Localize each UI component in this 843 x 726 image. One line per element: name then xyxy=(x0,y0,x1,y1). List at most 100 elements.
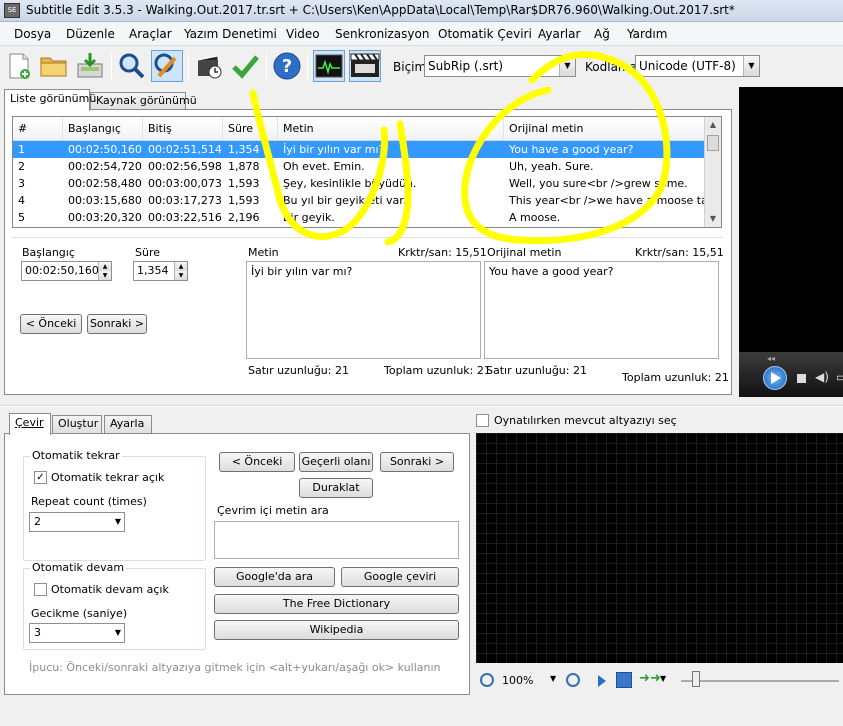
column-header-end[interactable]: Bitiş xyxy=(143,117,223,141)
table-row[interactable]: 4 00:03:15,680 00:03:17,273 1,593 Bu yıl… xyxy=(13,192,705,209)
spin-down-icon[interactable]: ▼ xyxy=(174,271,187,280)
grid-scrollbar[interactable]: ▲ ▼ xyxy=(704,117,721,227)
delay-select[interactable]: 3 ▼ xyxy=(29,623,125,643)
volume-icon[interactable]: ◀) xyxy=(815,370,829,384)
stop-icon[interactable] xyxy=(797,374,806,383)
subtitle-grid[interactable]: # Başlangıç Bitiş Süre Metin Orijinal me… xyxy=(12,116,722,228)
auto-repeat-checkbox[interactable]: ✓ xyxy=(34,471,47,484)
tab-create[interactable]: Oluştur xyxy=(52,415,102,433)
menu-ag[interactable]: Ağ xyxy=(594,27,610,41)
menu-video[interactable]: Video xyxy=(286,27,320,41)
menu-yazim-denetimi[interactable]: Yazım Denetimi xyxy=(184,27,277,41)
menu-araclar[interactable]: Araçlar xyxy=(129,27,172,41)
waveform-view[interactable] xyxy=(476,433,843,663)
fullscreen-icon[interactable]: ▭ xyxy=(836,370,843,384)
visual-sync-icon[interactable] xyxy=(194,50,226,82)
play-triangle-icon xyxy=(771,372,781,384)
spin-down-icon[interactable]: ▼ xyxy=(98,271,111,280)
scroll-up-icon[interactable]: ▲ xyxy=(705,117,721,133)
tab-translate[interactable]: Çevir xyxy=(9,413,51,435)
help-icon[interactable]: ? xyxy=(271,50,303,82)
zoom-in-icon[interactable] xyxy=(566,673,580,687)
original-text-input[interactable]: You have a good year? xyxy=(484,261,719,359)
new-file-icon[interactable] xyxy=(3,50,35,82)
video-player[interactable] xyxy=(739,87,843,352)
chevron-down-icon: ▼ xyxy=(114,628,121,637)
tab-list-view[interactable]: Liste görünümü xyxy=(4,89,96,111)
auto-continue-group: Otomatik devam Otomatik devam açık Gecik… xyxy=(23,561,206,650)
online-search-group: Çevrim içi metin ara Google'da ara Googl… xyxy=(210,504,464,652)
cell-duration: 2,196 xyxy=(228,211,260,224)
zoom-out-icon[interactable] xyxy=(480,673,494,687)
save-icon[interactable] xyxy=(74,50,106,82)
zoom-dropdown-icon[interactable]: ▼ xyxy=(550,674,556,683)
scroll-down-icon[interactable]: ▼ xyxy=(705,211,721,227)
subtitle-text-input[interactable]: İyi bir yılın var mı? xyxy=(246,261,481,359)
original-total-length: Toplam uzunluk: 21 xyxy=(622,371,729,384)
cell-original-text: This year<br />we have a moose tag. xyxy=(509,194,705,207)
translate-current-button[interactable]: Geçerli olanı xyxy=(299,452,373,472)
table-row[interactable]: 5 00:03:20,320 00:03:22,516 2,196 Bir ge… xyxy=(13,209,705,226)
menu-senkronizasyon[interactable]: Senkronizasyon xyxy=(335,27,429,41)
play-selection-icon[interactable] xyxy=(598,675,606,687)
position-slider-track[interactable] xyxy=(681,680,839,682)
replace-icon[interactable] xyxy=(151,50,183,82)
zoom-value[interactable]: 100% xyxy=(502,674,533,687)
previous-button[interactable]: < Önceki xyxy=(20,314,82,334)
google-search-button[interactable]: Google'da ara xyxy=(214,567,335,587)
menu-duzenle[interactable]: Düzenle xyxy=(66,27,115,41)
auto-repeat-check-label: Otomatik tekrar açık xyxy=(51,471,165,484)
online-search-title: Çevrim içi metin ara xyxy=(217,504,329,517)
column-header-text[interactable]: Metin xyxy=(278,117,504,141)
spin-up-icon[interactable]: ▲ xyxy=(174,262,187,271)
menu-otomatik-ceviri[interactable]: Otomatik Çeviri xyxy=(438,27,532,41)
free-dictionary-button[interactable]: The Free Dictionary xyxy=(214,594,459,614)
auto-continue-checkbox[interactable] xyxy=(34,583,47,596)
column-header-number[interactable]: # xyxy=(13,117,63,141)
video-toggle-icon[interactable] xyxy=(349,50,381,82)
forward-icon[interactable]: ➜➜ xyxy=(639,671,661,686)
spell-check-icon[interactable] xyxy=(229,50,261,82)
duration-label: Süre xyxy=(135,246,161,259)
grid-view-icon[interactable] xyxy=(616,672,632,688)
pause-button[interactable]: Duraklat xyxy=(299,478,373,498)
column-header-duration[interactable]: Süre xyxy=(223,117,278,141)
cell-start: 00:02:58,480 xyxy=(68,177,142,190)
encoding-select[interactable]: Unicode (UTF-8) ▼ xyxy=(635,55,760,77)
find-icon[interactable] xyxy=(116,50,148,82)
position-slider-thumb[interactable] xyxy=(692,671,700,687)
tab-source-view[interactable]: Kaynak görünümü xyxy=(90,92,197,110)
open-folder-icon[interactable] xyxy=(38,50,70,82)
video-controls: ◂◂ ◀) ▭ xyxy=(739,352,843,397)
start-time-input[interactable]: 00:02:50,160 ▲ ▼ xyxy=(21,261,112,281)
cell-text: Bir geyik. xyxy=(283,211,335,224)
table-row[interactable]: 2 00:02:54,720 00:02:56,598 1,878 Oh eve… xyxy=(13,158,705,175)
volume-level-icon: ◂◂ xyxy=(767,354,776,363)
cell-end: 00:03:17,273 xyxy=(148,194,222,207)
format-label: Biçim xyxy=(393,60,427,74)
google-translate-button[interactable]: Google çeviri xyxy=(341,567,459,587)
forward-dropdown-icon[interactable]: ▼ xyxy=(660,674,666,683)
menu-ayarlar[interactable]: Ayarlar xyxy=(538,27,580,41)
start-label: Başlangıç xyxy=(22,246,75,259)
next-button[interactable]: Sonraki > xyxy=(87,314,147,334)
scroll-thumb[interactable] xyxy=(707,135,719,151)
select-current-checkbox[interactable] xyxy=(476,414,489,427)
menu-dosya[interactable]: Dosya xyxy=(14,27,51,41)
translate-next-button[interactable]: Sonraki > xyxy=(380,452,454,472)
duration-input[interactable]: 1,354 ▲ ▼ xyxy=(133,261,188,281)
splitter[interactable] xyxy=(0,405,843,407)
online-search-input[interactable] xyxy=(214,521,459,559)
spin-up-icon[interactable]: ▲ xyxy=(98,262,111,271)
translate-previous-button[interactable]: < Önceki xyxy=(219,452,295,472)
column-header-original-text[interactable]: Orijinal metin xyxy=(504,117,705,141)
format-select[interactable]: SubRip (.srt) ▼ xyxy=(424,55,576,77)
table-row[interactable]: 3 00:02:58,480 00:03:00,073 1,593 Şey, k… xyxy=(13,175,705,192)
table-row[interactable]: 1 00:02:50,160 00:02:51,514 1,354 İyi bi… xyxy=(13,141,705,158)
waveform-toggle-icon[interactable] xyxy=(313,50,345,82)
column-header-start[interactable]: Başlangıç xyxy=(63,117,143,141)
wikipedia-button[interactable]: Wikipedia xyxy=(214,620,459,640)
tab-adjust[interactable]: Ayarla xyxy=(104,415,152,433)
menu-yardim[interactable]: Yardım xyxy=(627,27,667,41)
repeat-count-select[interactable]: 2 ▼ xyxy=(29,512,125,532)
